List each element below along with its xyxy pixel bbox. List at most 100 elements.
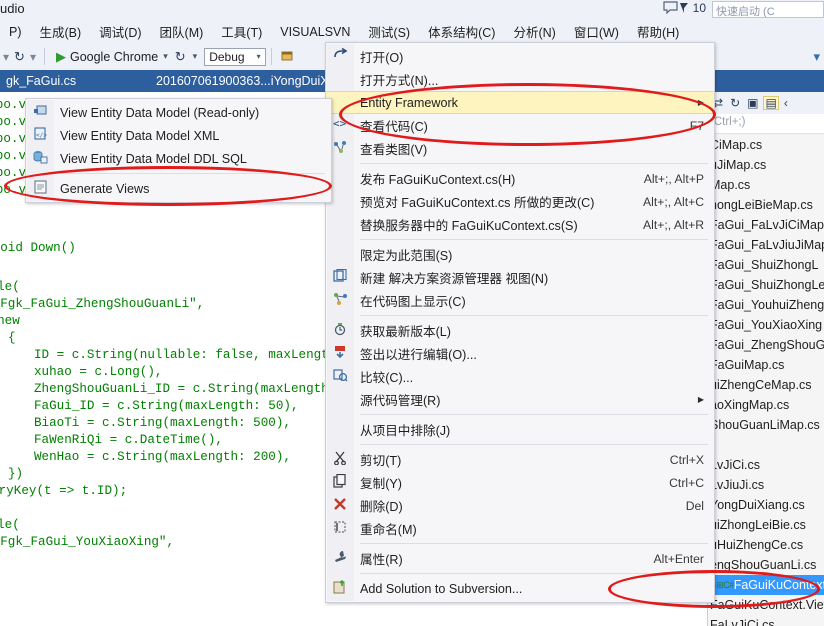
solution-explorer-row[interactable]: uHuiZhengCe.cs — [708, 535, 824, 555]
redo-icon[interactable]: ↻ — [12, 49, 27, 65]
collapse-all-icon[interactable]: ▣ — [745, 96, 760, 110]
context-menu-item-label: 删除(D) — [360, 500, 403, 514]
solution-explorer-row[interactable]: hongLeiBieMap.cs — [708, 195, 824, 215]
solution-explorer-row[interactable]: FaGuiMap.cs — [708, 355, 824, 375]
solution-explorer-search-placeholder: (Ctrl+;) — [710, 116, 746, 128]
refresh-icon[interactable]: ↻ — [728, 96, 742, 110]
solution-explorer-row[interactable]: FaLvJiCi.cs — [708, 615, 824, 626]
toolbar-separator-1 — [43, 48, 45, 65]
solution-explorer-item-label: FaGuiKuContext.cs — [733, 578, 824, 592]
menu-item-build[interactable]: 生成(B) — [31, 20, 91, 43]
context-menu-item[interactable]: 替换服务器中的 FaGuiKuContext.cs(S) Alt+;, Alt+R — [326, 213, 714, 236]
submenu-item-label: View Entity Data Model DDL SQL — [60, 151, 247, 166]
context-menu-item[interactable]: 从项目中排除(J) — [326, 418, 714, 441]
solution-explorer-search-input[interactable]: (Ctrl+;) — [708, 114, 824, 134]
solution-explorer-row[interactable]: ShouGuanLiMap.cs — [708, 415, 824, 435]
solution-explorer-row[interactable]: FaGui_FaLvJiuJiMap — [708, 235, 824, 255]
code-icon[interactable]: ‹ — [782, 96, 790, 110]
solution-explorer-row[interactable]: uJiMap.cs — [708, 155, 824, 175]
app-title: udio — [0, 1, 25, 16]
context-menu-item[interactable]: Add Solution to Subversion... — [326, 577, 714, 600]
solution-explorer-row[interactable]: FaGui_YouXiaoXing — [708, 315, 824, 335]
context-menu-item[interactable]: 查看类图(V) — [326, 137, 714, 160]
context-menu-item[interactable]: 重命名(M) — [326, 517, 714, 540]
context-menu-item[interactable]: 新建 解决方案资源管理器 视图(N) — [326, 266, 714, 289]
svg-text:<>: <> — [333, 117, 347, 130]
menu-item-window[interactable]: 窗口(W) — [565, 20, 628, 43]
code-line: able( — [0, 518, 20, 532]
context-menu-item[interactable]: 比较(C)... — [326, 365, 714, 388]
menu-bar: P) 生成(B) 调试(D) 团队(M) 工具(T) VISUALSVN 测试(… — [0, 20, 824, 43]
submenu-item[interactable]: </> View Entity Data Model XML — [26, 124, 331, 147]
feedback-icon[interactable] — [663, 1, 678, 17]
solution-explorer-row[interactable]: FaGui_YouhuiZheng — [708, 295, 824, 315]
menu-item-help[interactable]: 帮助(H) — [628, 20, 688, 43]
context-menu-item[interactable]: 删除(D) Del — [326, 494, 714, 517]
context-menu-item[interactable]: 剪切(T) Ctrl+X — [326, 448, 714, 471]
solution-explorer-row[interactable]: Map.cs — [708, 175, 824, 195]
submenu-item[interactable]: View Entity Data Model (Read-only) — [26, 101, 331, 124]
menu-item-tools[interactable]: 工具(T) — [212, 20, 271, 43]
start-target-label[interactable]: Google Chrome — [70, 50, 158, 64]
solution-explorer-item-label: LvJiCi.cs — [710, 458, 761, 472]
window-icon[interactable] — [277, 49, 298, 65]
context-menu[interactable]: 打开(O) 打开方式(N)... Entity Framework ▶ <> 查看代码(C… — [325, 42, 715, 603]
class-diagram-icon — [331, 140, 349, 157]
generate-views-icon — [31, 180, 49, 197]
solution-explorer-row[interactable]: engShouGuanLi.cs — [708, 555, 824, 575]
solution-explorer-row[interactable]: YongDuiXiang.cs — [708, 495, 824, 515]
menu-item-architecture[interactable]: 体系结构(C) — [419, 20, 504, 43]
menu-item-team[interactable]: 团队(M) — [151, 20, 213, 43]
solution-configuration-combo[interactable]: Debug ▾ — [204, 47, 266, 66]
menu-item-visualsvn[interactable]: VISUALSVN — [271, 23, 359, 41]
subversion-icon — [331, 579, 349, 597]
context-menu-item[interactable]: 属性(R) Alt+Enter — [326, 547, 714, 570]
context-menu-item[interactable]: 预览对 FaGuiKuContext.cs 所做的更改(C) Alt+;, Alt… — [326, 190, 714, 213]
solution-explorer-row-selected[interactable]: ▶⊞C#FaGuiKuContext.cs — [708, 575, 824, 595]
context-menu-item[interactable]: 复制(Y) Ctrl+C — [326, 471, 714, 494]
context-menu-item[interactable]: 源代码管理(R) ▶ — [326, 388, 714, 411]
solution-explorer-row[interactable]: LvJiCi.cs — [708, 455, 824, 475]
solution-explorer-row[interactable]: CiMap.cs — [708, 135, 824, 155]
context-menu-item[interactable]: 签出以进行编辑(O)... — [326, 342, 714, 365]
solution-explorer-row[interactable]: aoXingMap.cs — [708, 395, 824, 415]
context-menu-item[interactable]: 打开(O) — [326, 45, 714, 68]
submenu-item[interactable]: Generate Views — [26, 177, 331, 200]
quick-launch-input[interactable]: 快速启动 (C — [712, 1, 824, 18]
solution-explorer-row[interactable]: uiZhengCeMap.cs — [708, 375, 824, 395]
solution-explorer-tree[interactable]: CiMap.cs uJiMap.cs Map.cs hongLeiBieMap.cs F… — [708, 135, 824, 626]
solution-explorer-row[interactable]: FaGui_ZhengShouG — [708, 335, 824, 355]
context-menu-item[interactable]: 打开方式(N)... — [326, 68, 714, 91]
start-debug-icon[interactable]: ▶ — [50, 49, 70, 65]
notifications-flag-icon[interactable]: 10 — [679, 1, 706, 15]
solution-explorer-row[interactable] — [708, 435, 824, 455]
menu-item-debug[interactable]: 调试(D) — [90, 20, 150, 43]
hot-reload-icon[interactable]: ↻ — [173, 49, 188, 65]
solution-explorer-row[interactable]: FaGui_ShuiZhongLe — [708, 275, 824, 295]
context-menu-item[interactable]: 发布 FaGuiKuContext.cs(H) Alt+;, Alt+P — [326, 167, 714, 190]
solution-explorer-row[interactable]: uiZhongLeiBie.cs — [708, 515, 824, 535]
solution-explorer-row[interactable]: FaGui_ShuiZhongL — [708, 255, 824, 275]
code-line: xuhao = c.Long(), — [34, 365, 163, 379]
properties-icon[interactable]: ▤ — [763, 96, 779, 110]
context-menu-separator — [360, 444, 708, 445]
menu-item-test[interactable]: 测试(S) — [359, 20, 419, 43]
context-menu-item[interactable]: 在代码图上显示(C) — [326, 289, 714, 312]
solution-explorer-row[interactable]: FaGui_FaLvJiCiMap — [708, 215, 824, 235]
redo-caret-icon[interactable]: ▾ — [27, 50, 39, 64]
context-menu-item[interactable]: <> 查看代码(C) F7 — [326, 114, 714, 137]
solution-explorer-row[interactable]: LvJiuJi.cs — [708, 475, 824, 495]
entity-framework-submenu[interactable]: View Entity Data Model (Read-only) </> Vie… — [25, 98, 332, 203]
tab-fgk-fagui[interactable]: gk_FaGui.cs — [0, 72, 82, 94]
hot-reload-caret-icon[interactable]: ▾ — [188, 51, 203, 62]
solution-explorer-row[interactable]: FaGuiKuContext.Views.cs — [708, 595, 824, 615]
context-menu-item[interactable]: 限定为此范围(S) — [326, 243, 714, 266]
menu-item-0[interactable]: P) — [0, 23, 31, 41]
context-menu-item[interactable]: Entity Framework ▶ — [326, 91, 714, 114]
menu-item-analyze[interactable]: 分析(N) — [504, 20, 564, 43]
context-menu-item[interactable]: 获取最新版本(L) — [326, 319, 714, 342]
toolbar-overflow-icon[interactable]: ▾ — [809, 49, 824, 65]
start-target-caret-icon[interactable]: ▾ — [158, 51, 173, 62]
undo-caret-icon[interactable]: ▾ — [0, 50, 12, 64]
submenu-item[interactable]: View Entity Data Model DDL SQL — [26, 147, 331, 170]
